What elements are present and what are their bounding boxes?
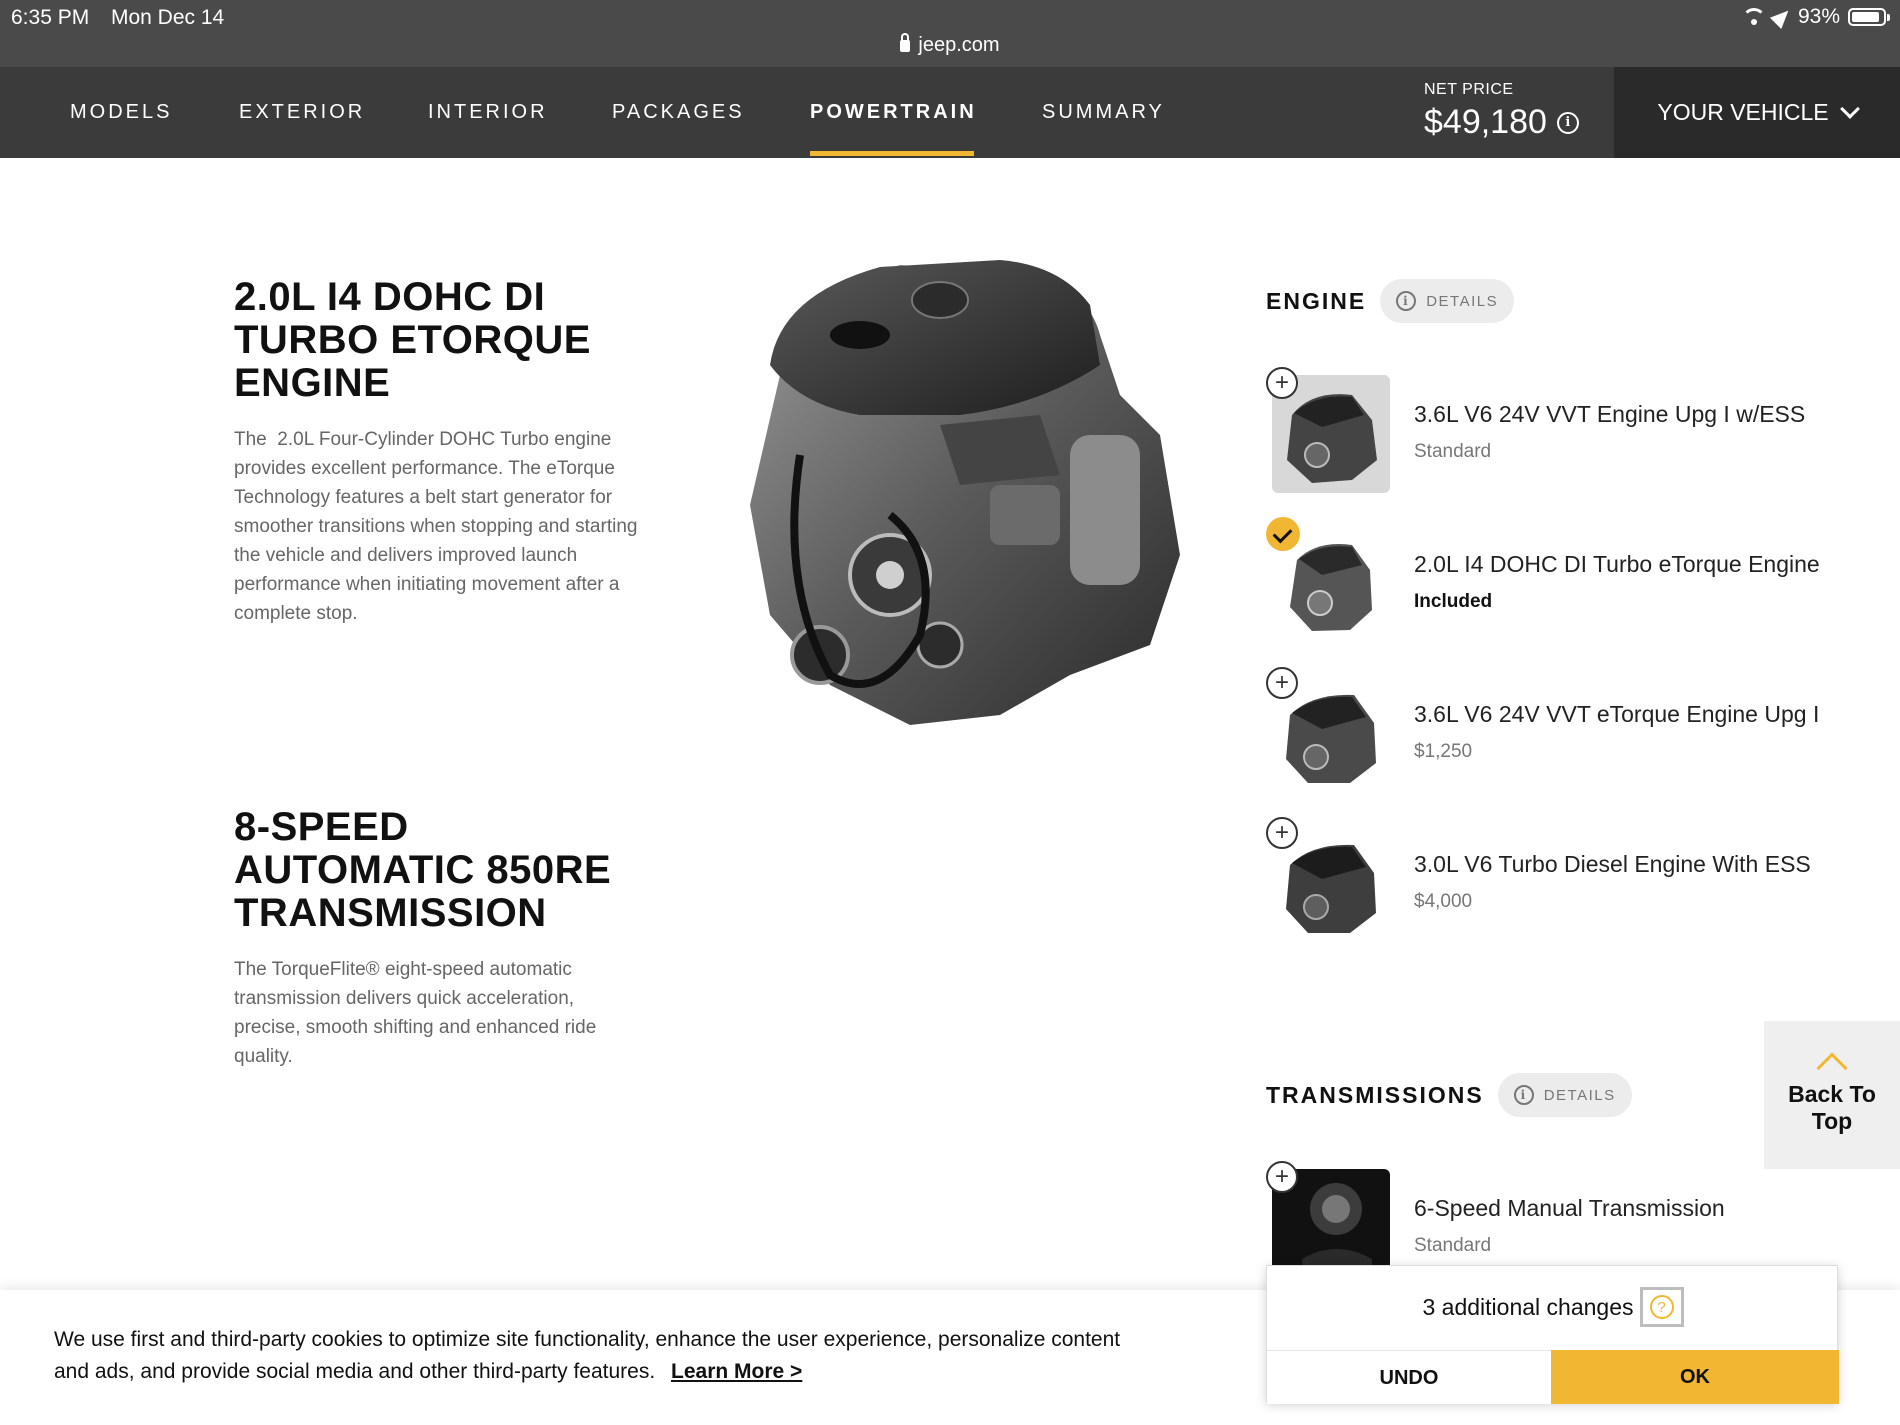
option-price: $1,250 xyxy=(1414,741,1473,762)
battery-icon xyxy=(1848,8,1890,26)
engine-option[interactable]: + 3.0L V6 Turbo Diesel Engine With ESS $… xyxy=(1266,817,1866,955)
engine-details-button[interactable]: i DETAILS xyxy=(1380,279,1515,323)
tab-packages[interactable]: PACKAGES xyxy=(612,67,745,158)
add-icon[interactable]: + xyxy=(1266,367,1298,399)
changes-popup: 3 additional changes ? UNDO OK xyxy=(1266,1265,1839,1404)
option-price: $4,000 xyxy=(1414,891,1473,912)
question-icon[interactable]: ? xyxy=(1639,1287,1684,1327)
feature-description-engine: The 2.0L Four-Cylinder DOHC Turbo engine… xyxy=(234,429,643,624)
back-to-top-label: Back To xyxy=(1788,1081,1876,1107)
address-bar[interactable]: jeep.com xyxy=(0,33,1900,57)
option-name: 3.6L V6 24V VVT eTorque Engine Upg I xyxy=(1414,701,1820,727)
checkmark-icon xyxy=(1266,517,1300,551)
tab-exterior[interactable]: EXTERIOR xyxy=(239,67,365,158)
tab-models[interactable]: MODELS xyxy=(70,67,172,158)
ok-button[interactable]: OK xyxy=(1551,1350,1839,1404)
config-nav-bar: MODELS EXTERIOR INTERIOR PACKAGES POWERT… xyxy=(0,67,1900,158)
option-price: Included xyxy=(1414,591,1493,612)
tab-powertrain[interactable]: POWERTRAIN xyxy=(810,67,977,158)
add-icon[interactable]: + xyxy=(1266,667,1298,699)
add-icon[interactable]: + xyxy=(1266,1161,1298,1193)
wifi-icon xyxy=(1741,8,1766,26)
url-text: jeep.com xyxy=(918,34,1000,56)
back-to-top-label: Top xyxy=(1811,1108,1853,1134)
tab-interior[interactable]: INTERIOR xyxy=(428,67,548,158)
feature-title-transmission: 8-SPEED AUTOMATIC 850RE TRANSMISSION xyxy=(234,806,611,935)
your-vehicle-label: YOUR VEHICLE xyxy=(1657,99,1829,125)
option-name: 3.0L V6 Turbo Diesel Engine With ESS xyxy=(1414,851,1811,877)
option-name: 3.6L V6 24V VVT Engine Upg I w/ESS xyxy=(1414,401,1806,427)
engine-option[interactable]: + 3.6L V6 24V VVT Engine Upg I w/ESS Sta… xyxy=(1266,367,1866,505)
add-icon[interactable]: + xyxy=(1266,817,1298,849)
title-line: ENGINE xyxy=(234,361,391,405)
info-icon: i xyxy=(1513,1085,1534,1105)
engine-option-selected[interactable]: 2.0L I4 DOHC DI Turbo eTorque Engine Inc… xyxy=(1266,517,1866,655)
battery-percent: 93% xyxy=(1797,5,1840,28)
engine-heading: ENGINE xyxy=(1266,287,1367,314)
info-icon: i xyxy=(1396,291,1417,311)
lock-icon xyxy=(900,33,911,52)
engine-option[interactable]: + 3.6L V6 24V VVT eTorque Engine Upg I $… xyxy=(1266,667,1866,805)
active-tab-indicator xyxy=(810,151,974,156)
title-line: AUTOMATIC 850RE xyxy=(234,848,612,892)
info-icon[interactable]: i xyxy=(1556,111,1579,134)
title-line: 8-SPEED xyxy=(234,805,409,849)
title-line: TURBO ETORQUE xyxy=(234,318,591,362)
title-line: 2.0L I4 DOHC DI xyxy=(234,275,546,319)
option-price: Standard xyxy=(1414,1235,1492,1256)
your-vehicle-button[interactable]: YOUR VEHICLE xyxy=(1614,67,1900,158)
feature-title-engine: 2.0L I4 DOHC DI TURBO ETORQUE ENGINE xyxy=(234,276,591,405)
option-name: 6-Speed Manual Transmission xyxy=(1414,1195,1725,1221)
undo-button[interactable]: UNDO xyxy=(1267,1350,1551,1404)
learn-more-link[interactable]: Learn More > xyxy=(671,1360,802,1383)
details-label: DETAILS xyxy=(1426,292,1499,310)
status-time: 6:35 PM xyxy=(11,6,90,29)
engine-section-header: ENGINE i DETAILS xyxy=(1266,279,1515,323)
details-label: DETAILS xyxy=(1543,1086,1616,1104)
transmissions-heading: TRANSMISSIONS xyxy=(1266,1081,1484,1108)
changes-message: 3 additional changes xyxy=(1422,1293,1634,1320)
title-line: TRANSMISSION xyxy=(234,891,547,935)
net-price: NET PRICE $49,180 i xyxy=(1424,81,1579,142)
feature-description-transmission: The TorqueFlite® eight-speed automatic t… xyxy=(234,959,597,1067)
chevron-up-icon xyxy=(1816,1052,1848,1084)
status-bar: 6:35 PM Mon Dec 14 jeep.com 93% xyxy=(0,0,1900,67)
chevron-down-icon xyxy=(1839,98,1860,119)
back-to-top-button[interactable]: Back To Top xyxy=(1764,1021,1900,1169)
location-arrow-icon xyxy=(1769,4,1794,30)
net-price-value: $49,180 xyxy=(1424,103,1547,141)
option-price: Standard xyxy=(1414,441,1492,462)
net-price-label: NET PRICE xyxy=(1424,81,1514,98)
option-name: 2.0L I4 DOHC DI Turbo eTorque Engine xyxy=(1414,551,1820,577)
transmission-details-button[interactable]: i DETAILS xyxy=(1497,1073,1632,1117)
engine-image xyxy=(750,260,1180,725)
transmission-section-header: TRANSMISSIONS i DETAILS xyxy=(1266,1073,1632,1117)
status-date: Mon Dec 14 xyxy=(111,6,225,29)
cookie-text: We use first and third-party cookies to … xyxy=(54,1328,1121,1383)
tab-summary[interactable]: SUMMARY xyxy=(1042,67,1165,158)
